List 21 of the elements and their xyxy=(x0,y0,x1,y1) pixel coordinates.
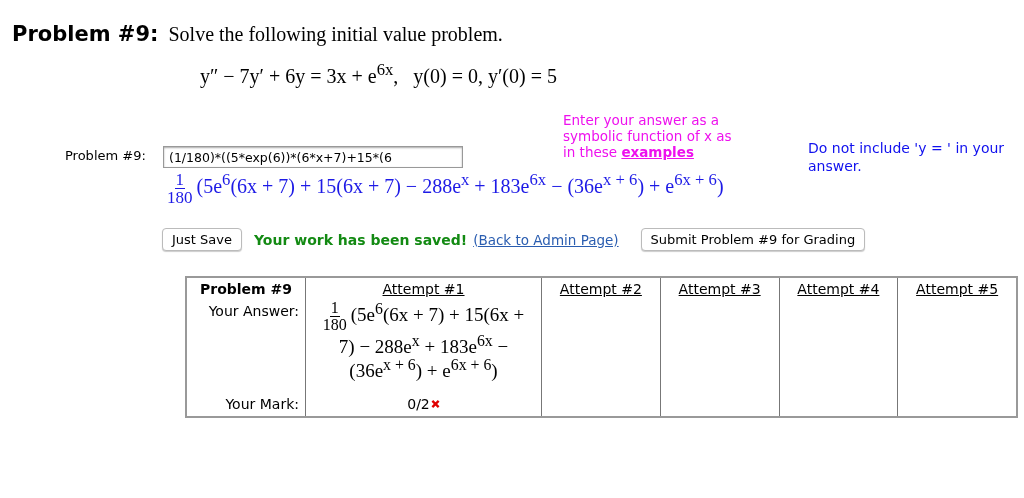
answer-input-field[interactable]: (1/180)*((5*exp(6))*(6*x+7)+15*(6 xyxy=(163,146,463,168)
submit-button[interactable]: Submit Problem #9 for Grading xyxy=(640,228,866,251)
just-save-button[interactable]: Just Save xyxy=(162,228,242,251)
attempt-header-link[interactable]: Attempt #3 xyxy=(678,281,761,297)
saved-message: Your work has been saved! xyxy=(254,231,468,248)
answer-note: Do not include 'y = ' in your answer. xyxy=(808,139,1006,176)
table-header: Problem #9 xyxy=(198,281,293,297)
attempt-header-link[interactable]: Attempt #2 xyxy=(559,281,642,297)
row-label: Your Answer: xyxy=(207,303,300,319)
problem-prompt: Solve the following initial value problem. xyxy=(168,23,503,46)
attempt-mark: 0/2 xyxy=(407,396,430,412)
answer-hint: Enter your answer as a symbolic function of x as in these examples xyxy=(563,112,733,163)
row-label: Your Mark: xyxy=(224,396,300,414)
examples-link[interactable]: examples xyxy=(621,144,694,161)
problem-heading: Problem #9: xyxy=(12,22,159,46)
back-to-admin-link[interactable]: (Back to Admin Page) xyxy=(473,231,619,248)
attempt-header-link[interactable]: Attempt #1 xyxy=(382,281,465,297)
equation: y″ − 7y′ + 6y = 3x + e$^{6x}$, y(0) = 0, y′(0) = 5 xyxy=(200,64,557,87)
attempt-header-link[interactable]: Attempt #5 xyxy=(916,281,999,297)
problem-label: Problem #9: xyxy=(65,147,146,163)
attempt-header-link[interactable]: Attempt #4 xyxy=(797,281,880,297)
